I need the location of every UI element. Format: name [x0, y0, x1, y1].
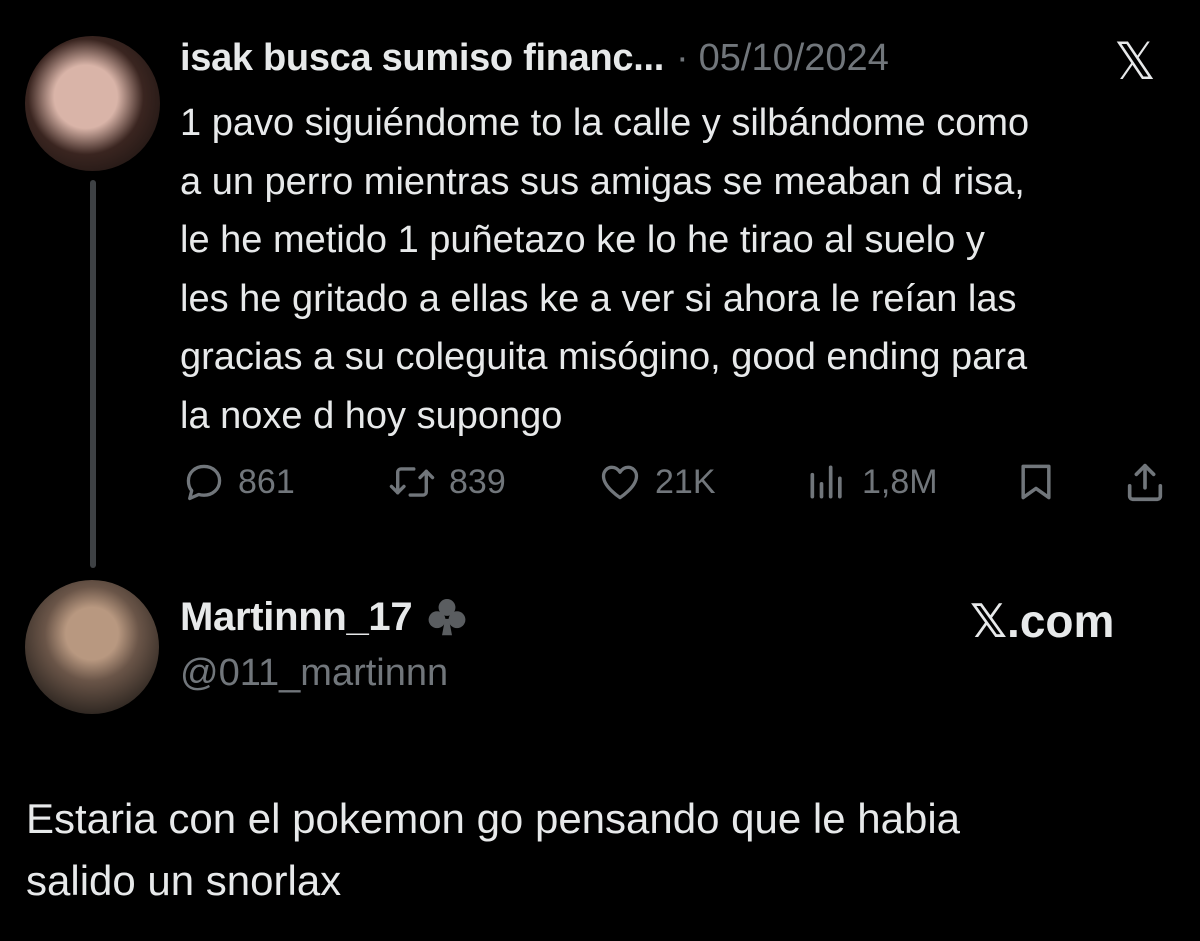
tweet-date[interactable]: 05/10/2024 [699, 37, 889, 80]
tweet-text-line: la noxe d hoy supongo [180, 394, 563, 437]
reply-count: 861 [238, 462, 295, 501]
display-name[interactable]: Martinnn_17 [180, 595, 413, 640]
like-count: 21K [655, 462, 716, 501]
tweet-text-line: 1 pavo siguiéndome to la calle y silbánd… [180, 102, 1030, 144]
like-button[interactable]: 21K [597, 452, 716, 512]
tweet-text-line: le he metido 1 puñetazo ke lo he tirao a… [180, 219, 985, 261]
reply-button[interactable]: 861 [182, 452, 295, 512]
bookmark-icon [1021, 464, 1051, 500]
reply-text-line: Estaria con el pokemon go pensando que l… [26, 795, 961, 842]
heart-icon [601, 465, 639, 500]
repost-button[interactable]: 839 [387, 452, 506, 512]
action-bar: 861 839 21K 1,8M [182, 452, 1182, 512]
views-icon [810, 465, 842, 499]
club-icon [428, 598, 466, 636]
repost-count: 839 [449, 462, 506, 501]
x-logo-icon: 𝕏 [1114, 33, 1156, 91]
reply-name-row: Martinnn_17 [180, 594, 470, 640]
separator-dot: · [675, 36, 689, 79]
tweet-text: 1 pavo siguiéndome to la calle y silbánd… [180, 94, 1190, 445]
quoted-tweet-header: isak busca sumiso financ... · 05/10/2024 [180, 34, 889, 82]
share-icon [1127, 463, 1163, 502]
reply-text: Estaria con el pokemon go pensando que l… [26, 788, 1176, 912]
thread-line [90, 180, 96, 568]
avatar-isak[interactable] [25, 36, 160, 171]
tweet-text-line: les he gritado a ellas ke a ver si ahora… [180, 277, 1017, 320]
handle[interactable]: @011_martinnn [180, 652, 448, 695]
share-button[interactable] [1122, 452, 1168, 512]
repost-icon [389, 467, 435, 497]
site-label: 𝕏.com [970, 595, 1115, 647]
tweet-text-line: gracias a su coleguita misógino, good en… [180, 336, 1028, 378]
bookmark-button[interactable] [1014, 452, 1058, 512]
reply-text-line: salido un snorlax [26, 857, 342, 904]
display-name[interactable]: isak busca sumiso financ... [180, 37, 664, 80]
avatar-martinnn[interactable] [25, 580, 159, 714]
views-count: 1,8M [862, 462, 938, 501]
tweet-text-line: a un perro mientras sus amigas se meaban… [180, 160, 1025, 203]
reply-icon [186, 464, 222, 501]
views-button[interactable]: 1,8M [804, 452, 938, 512]
